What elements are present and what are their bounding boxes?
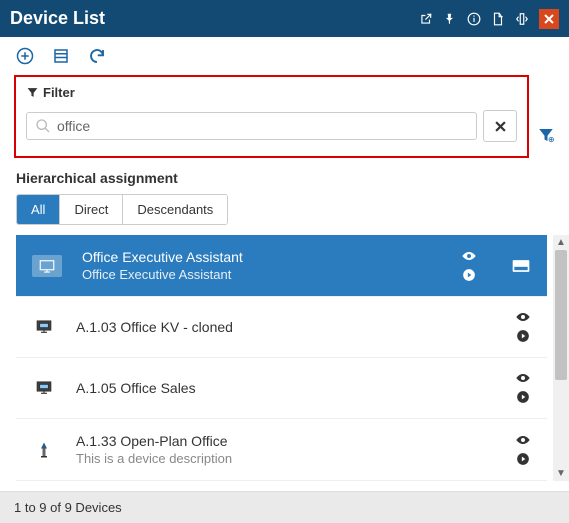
pin-icon[interactable]: [443, 12, 457, 26]
play-icon[interactable]: [516, 452, 530, 466]
device-title: A.1.33 Open-Plan Office: [76, 433, 495, 449]
device-icon: [32, 317, 56, 337]
list-item-body: A.1.05 Office Sales: [76, 380, 495, 396]
list-item[interactable]: A.1.05 Office Sales: [16, 358, 547, 419]
device-list: Office Executive Assistant Office Execut…: [16, 235, 547, 481]
device-icon: [32, 378, 56, 398]
view-icon[interactable]: [515, 372, 531, 384]
filter-label-row: Filter: [26, 85, 517, 100]
device-title: Office Executive Assistant: [82, 249, 441, 265]
device-icon: [32, 255, 62, 277]
add-button[interactable]: [16, 47, 34, 65]
list-item-actions: [515, 372, 531, 404]
list-item-actions: [515, 434, 531, 466]
tab-direct[interactable]: Direct: [60, 195, 123, 224]
list-item-actions: [461, 250, 477, 282]
quick-filter[interactable]: [537, 75, 555, 158]
search-input-wrap[interactable]: [26, 112, 477, 140]
search-input[interactable]: [57, 118, 468, 134]
scroll-down-icon[interactable]: ▼: [556, 466, 566, 481]
status-bar: 1 to 9 of 9 Devices: [0, 491, 569, 523]
device-subtitle: This is a device description: [76, 451, 495, 466]
tab-descendants[interactable]: Descendants: [123, 195, 227, 224]
scrollbar[interactable]: ▲ ▼: [553, 235, 569, 481]
panel-icon[interactable]: [511, 258, 531, 274]
filter-icon: [26, 86, 39, 99]
device-list-wrap: Office Executive Assistant Office Execut…: [0, 235, 569, 481]
device-icon: [32, 440, 56, 460]
clear-filter-button[interactable]: [483, 110, 517, 142]
toolbar: [0, 37, 569, 75]
device-subtitle: Office Executive Assistant: [82, 267, 441, 282]
view-icon[interactable]: [461, 250, 477, 262]
filter-box: Filter: [14, 75, 529, 158]
device-title: A.1.03 Office KV - cloned: [76, 319, 495, 335]
hierarchical-tabs: All Direct Descendants: [16, 194, 228, 225]
refresh-button[interactable]: [88, 47, 106, 65]
pdf-icon[interactable]: [491, 12, 505, 26]
status-text: 1 to 9 of 9 Devices: [14, 500, 122, 515]
filter-section: Filter: [0, 75, 569, 166]
play-icon[interactable]: [516, 329, 530, 343]
filter-input-row: [26, 110, 517, 142]
search-icon: [35, 118, 51, 134]
view-icon[interactable]: [515, 311, 531, 323]
list-item-body: A.1.03 Office KV - cloned: [76, 319, 495, 335]
scroll-track[interactable]: [553, 250, 569, 466]
filter-label: Filter: [43, 85, 75, 100]
scroll-thumb[interactable]: [555, 250, 567, 380]
view-icon[interactable]: [515, 434, 531, 446]
quick-filter-icon[interactable]: [537, 126, 555, 144]
header-actions: [419, 9, 559, 29]
scroll-up-icon[interactable]: ▲: [556, 235, 566, 250]
close-button[interactable]: [539, 9, 559, 29]
list-item[interactable]: A.1.03 Office KV - cloned: [16, 297, 547, 358]
external-link-icon[interactable]: [419, 12, 433, 26]
play-icon[interactable]: [516, 390, 530, 404]
list-item-actions: [515, 311, 531, 343]
dock-icon[interactable]: [515, 12, 529, 26]
list-item[interactable]: A.1.33 Open-Plan Office This is a device…: [16, 419, 547, 481]
hierarchical-section: Hierarchical assignment All Direct Desce…: [0, 166, 569, 235]
list-item-body: Office Executive Assistant Office Execut…: [82, 249, 441, 282]
hierarchical-title: Hierarchical assignment: [16, 170, 553, 186]
list-item-body: A.1.33 Open-Plan Office This is a device…: [76, 433, 495, 466]
device-title: A.1.05 Office Sales: [76, 380, 495, 396]
play-icon[interactable]: [462, 268, 476, 282]
window-title: Device List: [10, 8, 105, 29]
list-view-button[interactable]: [52, 47, 70, 65]
tab-all[interactable]: All: [17, 195, 60, 224]
info-icon[interactable]: [467, 12, 481, 26]
window-header: Device List: [0, 0, 569, 37]
list-item[interactable]: Office Executive Assistant Office Execut…: [16, 235, 547, 297]
